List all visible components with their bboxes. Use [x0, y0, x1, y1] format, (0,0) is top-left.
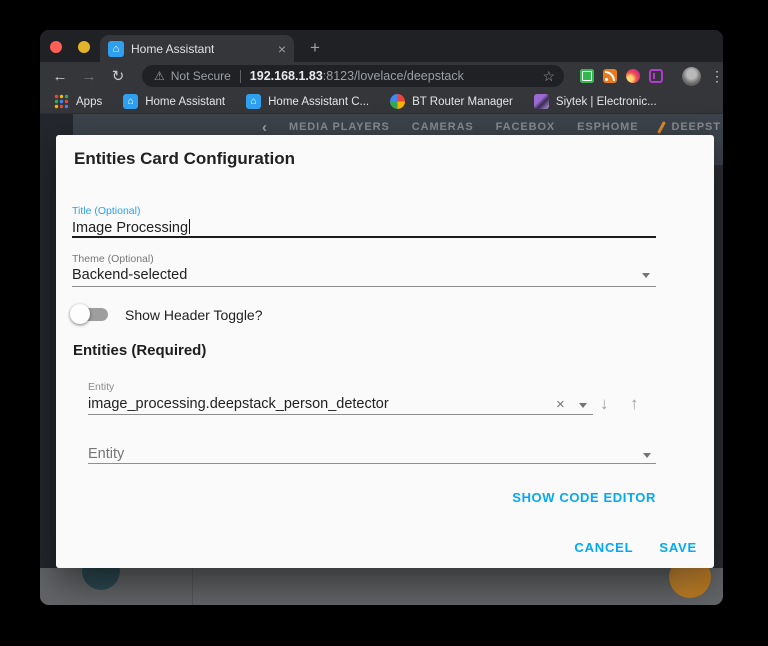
ha-tab-deepstack-label: DEEPST — [671, 121, 721, 133]
ha-tab-media-players[interactable]: MEDIA PLAYERS — [289, 121, 390, 133]
bookmarks-bar: Apps ⌂ Home Assistant ⌂ Home Assistant C… — [40, 90, 723, 114]
not-secure-warning-icon: ⚠ — [154, 69, 165, 83]
header-toggle-label: Show Header Toggle? — [125, 307, 263, 323]
screenshot-root: ⌂ Home Assistant × + ← → ↻ ⚠ Not Secure … — [0, 0, 768, 646]
back-icon[interactable]: ← — [52, 68, 68, 85]
chrome-menu-icon[interactable]: ⋮ — [710, 68, 723, 85]
ha-tab-facebox[interactable]: FACEBOX — [496, 121, 555, 133]
bookmark-home-assistant-c[interactable]: ⌂ Home Assistant C... — [246, 94, 369, 109]
theme-field-underline — [72, 286, 656, 287]
cancel-button[interactable]: CANCEL — [574, 540, 633, 555]
ha-tab-cameras[interactable]: CAMERAS — [412, 121, 474, 133]
entity-2-underline — [88, 463, 656, 464]
entity-2-input[interactable]: Entity — [88, 446, 124, 462]
home-assistant-favicon-icon: ⌂ — [108, 40, 124, 57]
minimize-window-button[interactable] — [78, 41, 90, 53]
title-input-value: Image Processing — [72, 220, 189, 236]
home-assistant-icon: ⌂ — [123, 94, 139, 109]
tabs-scroll-left-icon[interactable]: ‹ — [262, 119, 267, 136]
forward-icon[interactable]: → — [81, 68, 97, 85]
tab-title: Home Assistant — [131, 41, 215, 56]
header-toggle-thumb[interactable] — [70, 304, 90, 324]
browser-toolbar: ← → ↻ ⚠ Not Secure 192.168.1.83 :8123/lo… — [40, 62, 723, 90]
dimmed-content-strip — [40, 568, 723, 605]
save-button[interactable]: SAVE — [659, 540, 697, 555]
close-window-button[interactable] — [50, 41, 62, 53]
entity-1-dropdown-caret-icon[interactable] — [579, 403, 587, 408]
bookmark-label: Siytek | Electronic... — [555, 95, 657, 108]
extension-icon-green[interactable] — [580, 69, 594, 83]
ha-tab-esphome[interactable]: ESPHOME — [577, 121, 638, 133]
bookmark-label: Apps — [76, 95, 103, 108]
extension-icon-purple[interactable] — [649, 69, 663, 83]
bt-router-icon — [390, 94, 406, 109]
tab-strip: ⌂ Home Assistant × + — [40, 30, 723, 62]
bookmark-siytek[interactable]: Siytek | Electronic... — [533, 94, 657, 109]
bookmark-bt-router-manager[interactable]: BT Router Manager — [390, 94, 513, 109]
apps-grid-icon — [54, 94, 69, 109]
ha-tab-deepstack[interactable]: DEEPST — [657, 120, 721, 134]
entities-card-config-dialog: Entities Card Configuration Title (Optio… — [56, 135, 714, 568]
entities-heading: Entities (Required) — [73, 342, 207, 359]
deepstack-tab-icon — [657, 120, 667, 134]
bookmark-apps[interactable]: Apps — [54, 94, 102, 109]
entity-2-dropdown-caret-icon[interactable] — [643, 453, 651, 458]
omnibox-divider — [239, 69, 241, 83]
text-cursor — [189, 219, 191, 234]
new-tab-button[interactable]: + — [302, 35, 328, 61]
title-field-underline — [72, 236, 656, 238]
entity-1-label: Entity — [88, 381, 115, 393]
profile-avatar[interactable] — [682, 66, 701, 86]
siytek-icon — [533, 94, 549, 109]
address-bar[interactable]: ⚠ Not Secure 192.168.1.83 :8123/lovelace… — [142, 65, 564, 87]
home-assistant-icon: ⌂ — [246, 94, 262, 109]
entity-1-move-up-icon[interactable]: ↑ — [630, 395, 639, 412]
bookmark-home-assistant[interactable]: ⌂ Home Assistant — [123, 94, 225, 109]
bookmark-label: BT Router Manager — [412, 95, 513, 108]
title-field-label: Title (Optional) — [72, 205, 141, 217]
theme-field-label: Theme (Optional) — [72, 253, 154, 265]
reload-icon[interactable]: ↻ — [110, 67, 126, 85]
browser-window: ⌂ Home Assistant × + ← → ↻ ⚠ Not Secure … — [40, 30, 723, 605]
entity-1-clear-icon[interactable]: × — [556, 397, 565, 412]
extensions-area — [580, 69, 663, 83]
browser-tab-home-assistant[interactable]: ⌂ Home Assistant × — [100, 35, 294, 62]
bookmark-star-icon[interactable]: ☆ — [542, 68, 555, 85]
dialog-title: Entities Card Configuration — [74, 149, 295, 168]
entity-1-move-down-icon[interactable]: ↓ — [600, 395, 609, 412]
theme-select[interactable]: Backend-selected — [72, 267, 187, 283]
entity-1-underline — [88, 414, 593, 415]
url-host: 192.168.1.83 — [249, 69, 323, 83]
theme-dropdown-caret-icon[interactable] — [642, 273, 650, 278]
content-divider — [192, 568, 193, 605]
instagram-extension-icon[interactable] — [626, 69, 640, 83]
ha-view-tabs: ‹ MEDIA PLAYERS CAMERAS FACEBOX ESPHOME … — [262, 118, 723, 136]
entity-1-input[interactable]: image_processing.deepstack_person_detect… — [88, 396, 389, 412]
url-path: :8123/lovelace/deepstack — [322, 69, 464, 83]
dialog-actions: CANCEL SAVE — [574, 540, 697, 555]
show-code-editor-button[interactable]: SHOW CODE EDITOR — [512, 490, 656, 505]
rss-extension-icon[interactable] — [603, 69, 617, 83]
bookmark-label: Home Assistant C... — [268, 95, 370, 108]
close-tab-icon[interactable]: × — [278, 42, 286, 56]
title-input[interactable]: Image Processing — [72, 219, 191, 236]
not-secure-label[interactable]: Not Secure — [171, 69, 231, 83]
bookmark-label: Home Assistant — [145, 95, 226, 108]
